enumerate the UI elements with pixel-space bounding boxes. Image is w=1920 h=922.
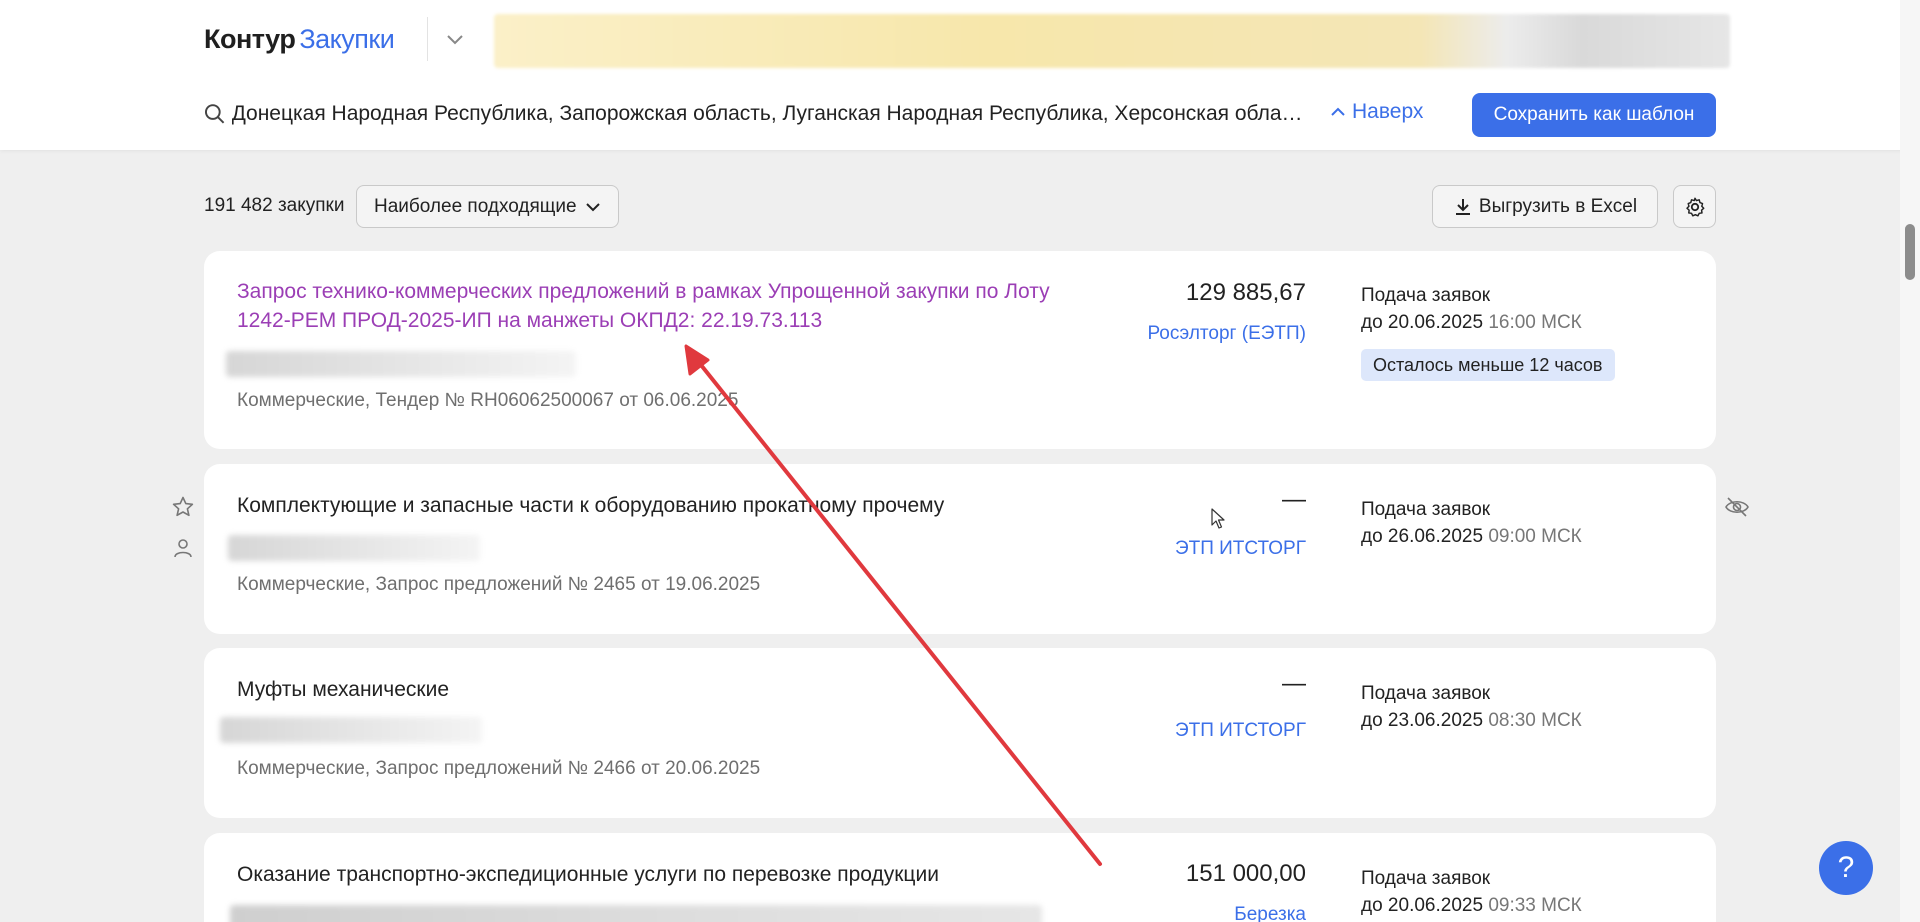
purchase-price: 129 885,67	[1185, 279, 1306, 306]
purchase-meta: Коммерческие, Запрос предложений № 2465 …	[237, 574, 761, 595]
purchase-card[interactable]: Муфты механические Коммерческие, Запрос …	[204, 648, 1716, 818]
chevron-down-icon	[585, 202, 600, 211]
deadline-value: до 26.06.2025 09:00 МСК	[1361, 523, 1582, 550]
scrollbar-track[interactable]	[1900, 0, 1920, 922]
deadline-time: 16:00 МСК	[1488, 312, 1582, 333]
purchase-card[interactable]: Комплектующие и запасные части к оборудо…	[204, 464, 1716, 634]
header-divider	[427, 17, 428, 61]
urgency-badge: Осталось меньше 12 часов	[1361, 349, 1615, 381]
logo-primary: Контур	[204, 24, 296, 54]
scrollbar-thumb[interactable]	[1905, 224, 1915, 280]
deadline-info: Подача заявок до 20.06.2025 16:00 МСК	[1361, 282, 1582, 336]
sort-label: Наиболее подходящие	[374, 195, 577, 217]
deadline-date: до 26.06.2025	[1361, 526, 1484, 547]
help-button[interactable]: ?	[1819, 841, 1873, 895]
deadline-time: 09:33 МСК	[1488, 895, 1582, 916]
purchase-price: 151 000,00	[1185, 860, 1306, 887]
purchase-price: —	[1282, 486, 1306, 513]
gear-icon	[1685, 197, 1704, 217]
deadline-time: 09:00 МСК	[1488, 526, 1582, 547]
purchase-meta: Коммерческие, Тендер № RH06062500067 от …	[237, 390, 739, 411]
purchase-title-link[interactable]: Муфты механические	[237, 675, 1097, 704]
results-count: 191 482 закупки	[204, 195, 345, 216]
purchase-title-link[interactable]: Запрос технико-коммерческих предложений …	[237, 277, 1097, 335]
purchase-title-link[interactable]: Оказание транспортно-экспедиционные услу…	[237, 860, 1097, 889]
deadline-label: Подача заявок	[1361, 868, 1491, 889]
export-excel-label: Выгрузить в Excel	[1478, 195, 1638, 217]
deadline-label: Подача заявок	[1361, 499, 1491, 520]
platform-link[interactable]: Росэлторг (ЕЭТП)	[1147, 323, 1306, 345]
scroll-to-top-label: Наверх	[1352, 100, 1424, 123]
blurred-customer	[220, 717, 482, 743]
deadline-value: до 20.06.2025 16:00 МСК	[1361, 309, 1582, 336]
logo[interactable]: Контур Закупки	[204, 24, 395, 55]
deadline-label: Подача заявок	[1361, 683, 1491, 704]
logo-secondary: Закупки	[299, 24, 395, 54]
search-filter-summary[interactable]: Донецкая Народная Республика, Запорожска…	[204, 96, 1304, 132]
star-icon[interactable]	[170, 494, 196, 520]
chevron-down-icon[interactable]	[442, 27, 468, 53]
deadline-label: Подача заявок	[1361, 285, 1491, 306]
deadline-info: Подача заявок до 20.06.2025 09:33 МСК	[1361, 865, 1582, 919]
blurred-promo-banner	[494, 14, 1730, 68]
deadline-time: 08:30 МСК	[1488, 710, 1582, 731]
download-icon	[1455, 198, 1470, 215]
settings-button[interactable]	[1673, 185, 1716, 228]
search-query-text[interactable]: Донецкая Народная Республика, Запорожска…	[232, 102, 1304, 126]
deadline-date: до 23.06.2025	[1361, 710, 1484, 731]
deadline-value: до 23.06.2025 08:30 МСК	[1361, 707, 1582, 734]
platform-link[interactable]: ЭТП ИТСТОРГ	[1175, 720, 1306, 742]
purchase-meta: Коммерческие, Запрос предложений № 2466 …	[237, 758, 761, 779]
search-icon	[204, 104, 225, 124]
deadline-info: Подача заявок до 23.06.2025 08:30 МСК	[1361, 680, 1582, 734]
save-as-template-button[interactable]: Сохранить как шаблон	[1472, 93, 1716, 137]
blurred-customer	[230, 905, 1042, 922]
platform-link[interactable]: Березка	[1234, 904, 1306, 922]
mouse-cursor-icon	[1211, 508, 1225, 529]
purchase-card[interactable]: Запрос технико-коммерческих предложений …	[204, 251, 1716, 449]
hide-icon[interactable]	[1724, 494, 1750, 520]
user-icon[interactable]	[170, 535, 196, 561]
platform-link[interactable]: ЭТП ИТСТОРГ	[1175, 538, 1306, 560]
export-excel-button[interactable]: Выгрузить в Excel	[1432, 185, 1658, 228]
chevron-up-icon	[1331, 107, 1345, 116]
deadline-info: Подача заявок до 26.06.2025 09:00 МСК	[1361, 496, 1582, 550]
purchase-price: —	[1282, 670, 1306, 697]
blurred-customer	[228, 535, 480, 561]
deadline-date: до 20.06.2025	[1361, 895, 1484, 916]
purchase-title-link[interactable]: Комплектующие и запасные части к оборудо…	[237, 491, 1097, 520]
scroll-to-top-link[interactable]: Наверх	[1330, 100, 1423, 124]
deadline-value: до 20.06.2025 09:33 МСК	[1361, 892, 1582, 919]
sort-dropdown[interactable]: Наиболее подходящие	[356, 185, 619, 228]
blurred-customer	[226, 351, 576, 377]
top-header: Контур Закупки Донецкая Народная Республи…	[0, 0, 1920, 150]
deadline-date: до 20.06.2025	[1361, 312, 1484, 333]
purchase-card[interactable]: Оказание транспортно-экспедиционные услу…	[204, 833, 1716, 922]
